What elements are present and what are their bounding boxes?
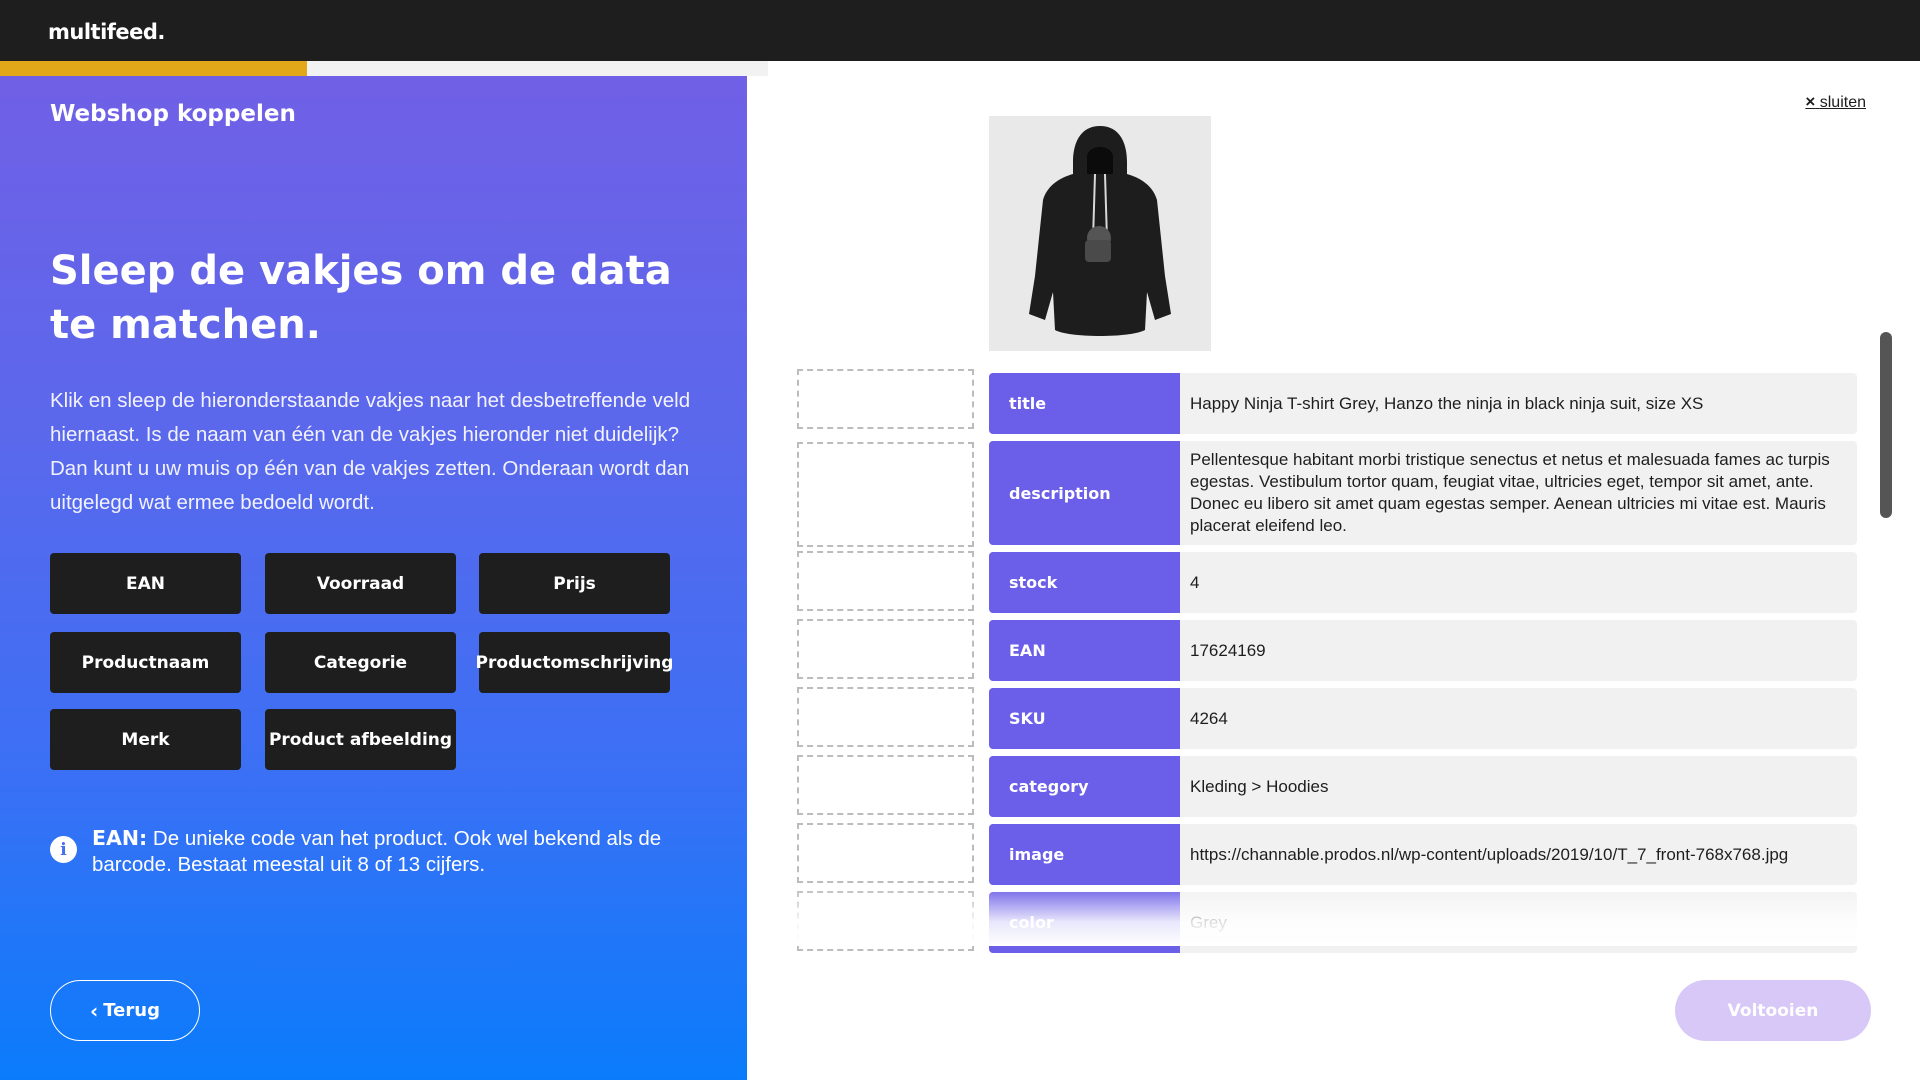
drop-zone-image[interactable] xyxy=(797,823,974,883)
close-button[interactable]: × sluiten xyxy=(1805,92,1866,112)
finish-button[interactable]: Voltooien xyxy=(1675,980,1871,1041)
close-icon: × xyxy=(1805,92,1816,111)
chip-ean[interactable]: EAN xyxy=(50,553,241,614)
drop-zone-title[interactable] xyxy=(797,369,974,429)
step-title: Webshop koppelen xyxy=(50,101,296,127)
field-value: https://channable.prodos.nl/wp-content/u… xyxy=(1180,824,1857,885)
drop-zone-ean[interactable] xyxy=(797,619,974,679)
field-value: Grey xyxy=(1180,892,1857,953)
field-row-sku: SKU 4264 xyxy=(989,688,1857,749)
drop-zone-color[interactable] xyxy=(797,891,974,951)
field-row-category: category Kleding > Hoodies xyxy=(989,756,1857,817)
chip-merk[interactable]: Merk xyxy=(50,709,241,770)
chip-categorie[interactable]: Categorie xyxy=(265,632,456,693)
intro-text: Klik en sleep de hieronderstaande vakjes… xyxy=(50,389,691,514)
drop-zone-sku[interactable] xyxy=(797,687,974,747)
field-key: image xyxy=(989,824,1180,885)
field-value: 17624169 xyxy=(1180,620,1857,681)
field-value: 4 xyxy=(1180,552,1857,613)
close-label: sluiten xyxy=(1819,94,1866,111)
instructions-panel: Webshop koppelen Sleep de vakjes om de d… xyxy=(0,76,747,1080)
field-key: stock xyxy=(989,552,1180,613)
field-value: 4264 xyxy=(1180,688,1857,749)
chip-prijs[interactable]: Prijs xyxy=(479,553,670,614)
explanation-body: De unieke code van het product. Ook wel … xyxy=(92,827,662,876)
field-row-color: color Grey xyxy=(989,892,1857,953)
drop-zone-description[interactable] xyxy=(797,442,974,547)
chip-productnaam[interactable]: Productnaam xyxy=(50,632,241,693)
product-image xyxy=(989,116,1211,351)
field-value: Happy Ninja T-shirt Grey, Hanzo the ninj… xyxy=(1180,373,1857,434)
scrollbar[interactable] xyxy=(1880,332,1892,518)
field-key: EAN xyxy=(989,620,1180,681)
field-row-ean: EAN 17624169 xyxy=(989,620,1857,681)
back-button[interactable]: ‹ Terug xyxy=(50,980,200,1041)
field-row-image: image https://channable.prodos.nl/wp-con… xyxy=(989,824,1857,885)
chip-productomschrijving[interactable]: Productomschrijving xyxy=(476,632,673,693)
app-logo: multifeed. xyxy=(48,20,165,44)
progress-bar-fill xyxy=(0,61,308,76)
drop-zone-stock[interactable] xyxy=(797,551,974,611)
chip-voorraad[interactable]: Voorraad xyxy=(265,553,456,614)
info-icon: i xyxy=(50,836,77,863)
field-key: SKU xyxy=(989,688,1180,749)
field-key: title xyxy=(989,373,1180,434)
progress-bar xyxy=(0,61,768,76)
explanation-text: EAN: De unieke code van het product. Ook… xyxy=(92,825,690,878)
chip-product-afbeelding[interactable]: Product afbeelding xyxy=(265,709,456,770)
field-key: category xyxy=(989,756,1180,817)
field-key: color xyxy=(989,892,1180,953)
drop-zone-category[interactable] xyxy=(797,755,974,815)
field-explanation: i EAN: De unieke code van het product. O… xyxy=(50,825,690,878)
back-button-label: Terug xyxy=(103,1000,160,1021)
top-bar: multifeed. xyxy=(0,0,1920,61)
chevron-left-icon: ‹ xyxy=(90,998,99,1023)
hoodie-image xyxy=(989,116,1211,351)
explanation-term: EAN: xyxy=(92,826,148,850)
mapping-panel: × sluiten title Happy Ninja T-shirt Grey… xyxy=(747,76,1920,1080)
field-value: Pellentesque habitant morbi tristique se… xyxy=(1180,441,1857,545)
field-row-description: description Pellentesque habitant morbi … xyxy=(989,441,1857,545)
page-heading: Sleep de vakjes om de data te matchen. xyxy=(50,248,672,348)
field-key: description xyxy=(989,441,1180,545)
field-row-stock: stock 4 xyxy=(989,552,1857,613)
field-value: Kleding > Hoodies xyxy=(1180,756,1857,817)
field-row-title: title Happy Ninja T-shirt Grey, Hanzo th… xyxy=(989,373,1857,434)
